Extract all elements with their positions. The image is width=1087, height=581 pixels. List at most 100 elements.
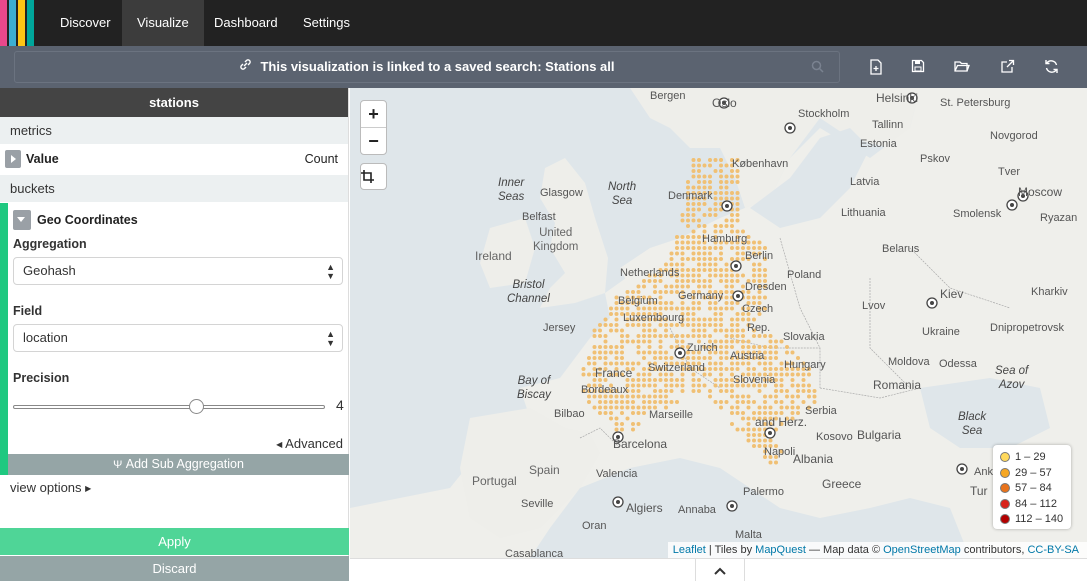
- geohash-marker: [631, 290, 635, 294]
- geohash-marker: [719, 345, 723, 349]
- expand-caret-icon[interactable]: [5, 150, 21, 168]
- license-link[interactable]: CC-BY-SA: [1027, 544, 1079, 556]
- geohash-marker: [741, 416, 745, 421]
- nav-settings[interactable]: Settings: [288, 0, 365, 46]
- geohash-marker: [702, 185, 707, 190]
- geohash-marker: [746, 367, 751, 371]
- new-document-icon[interactable]: [869, 59, 885, 75]
- saved-search-name[interactable]: Stations all: [545, 59, 614, 74]
- map-label: France: [595, 366, 633, 380]
- refresh-icon[interactable]: [1044, 59, 1060, 75]
- kibana-logo[interactable]: [0, 0, 46, 46]
- geohash-marker: [680, 273, 685, 278]
- geohash-marker: [719, 279, 723, 283]
- geohash-marker: [697, 169, 701, 173]
- advanced-toggle[interactable]: ◀ Advanced: [276, 436, 343, 451]
- geohash-marker: [664, 328, 668, 333]
- geohash-marker: [686, 306, 690, 311]
- geohash-marker: [741, 317, 745, 322]
- spy-panel-bar: [350, 558, 1087, 581]
- geohash-marker: [724, 378, 729, 382]
- geohash-marker: [620, 328, 624, 333]
- geohash-marker: [697, 323, 701, 327]
- geohash-marker: [642, 306, 646, 311]
- geohash-marker: [790, 383, 795, 388]
- geohash-marker: [735, 207, 740, 212]
- zoom-in-button[interactable]: +: [361, 101, 386, 128]
- nav-dashboard[interactable]: Dashboard: [199, 0, 293, 46]
- collapse-caret-icon[interactable]: [13, 210, 31, 230]
- geohash-marker: [697, 185, 701, 190]
- precision-slider-track[interactable]: [13, 405, 325, 409]
- geohash-marker: [724, 367, 729, 371]
- geohash-marker: [801, 378, 806, 382]
- map-label: Black Sea: [958, 411, 987, 437]
- geohash-marker: [730, 345, 734, 349]
- geohash-marker: [757, 361, 762, 366]
- nav-discover[interactable]: Discover: [45, 0, 126, 46]
- apply-button[interactable]: Apply: [0, 528, 349, 555]
- map-label: United Kingdom: [533, 227, 579, 253]
- open-folder-icon[interactable]: [954, 59, 970, 75]
- geohash-marker: [724, 284, 729, 289]
- geo-map[interactable]: Bergen Oslo Stockholm Helsinki St. Peter…: [350, 88, 1087, 558]
- crop-icon[interactable]: [360, 163, 387, 190]
- geohash-marker: [686, 185, 690, 190]
- zoom-out-button[interactable]: −: [361, 128, 386, 155]
- nav-visualize[interactable]: Visualize: [122, 0, 204, 46]
- geohash-marker: [664, 400, 668, 404]
- geohash-marker: [691, 334, 696, 338]
- geohash-marker: [713, 246, 718, 250]
- leaflet-link[interactable]: Leaflet: [673, 544, 706, 556]
- geohash-marker: [719, 405, 723, 410]
- metric-value-row[interactable]: Value Count: [0, 144, 348, 175]
- geohash-marker: [669, 262, 674, 267]
- geohash-marker: [658, 334, 663, 338]
- geohash-marker: [598, 334, 602, 338]
- discard-button[interactable]: Discard: [0, 556, 349, 581]
- map-label: Switzerland: [648, 362, 705, 374]
- geohash-marker: [664, 290, 668, 294]
- geohash-marker: [664, 301, 668, 305]
- map-label: Poland: [787, 269, 822, 281]
- mapquest-link[interactable]: MapQuest: [755, 544, 806, 556]
- field-select[interactable]: location ▲ ▼: [13, 324, 343, 352]
- share-icon[interactable]: [1000, 59, 1016, 75]
- add-sub-aggregation-button[interactable]: Ψ Add Sub Aggregation: [8, 454, 349, 475]
- map-label: Kosovo: [816, 431, 853, 443]
- geohash-marker: [653, 400, 657, 404]
- geohash-marker: [691, 383, 696, 388]
- geohash-marker: [592, 334, 597, 338]
- geohash-marker: [587, 361, 591, 366]
- map-label: Palermo: [743, 486, 784, 498]
- precision-slider-thumb[interactable]: [189, 399, 204, 414]
- geohash-marker: [653, 350, 657, 355]
- map-label: Barcelona: [613, 437, 668, 451]
- geohash-marker: [779, 372, 784, 377]
- geohash-marker: [598, 356, 602, 360]
- geohash-marker: [724, 218, 729, 223]
- search-input[interactable]: This visualization is linked to a saved …: [14, 51, 840, 83]
- attribution-text: | Tiles by: [708, 544, 753, 556]
- aggregation-select[interactable]: Geohash ▲ ▼: [13, 257, 343, 285]
- geohash-marker: [730, 422, 734, 426]
- geohash-marker: [691, 328, 696, 333]
- search-icon[interactable]: [811, 60, 825, 74]
- save-icon[interactable]: [911, 59, 927, 75]
- logo-stripe: [9, 0, 16, 46]
- geohash-marker: [702, 284, 707, 289]
- geohash-marker: [653, 356, 657, 360]
- geohash-marker: [625, 405, 630, 410]
- geohash-marker: [664, 394, 668, 399]
- geohash-marker: [735, 411, 740, 415]
- geohash-marker: [691, 158, 696, 162]
- geohash-marker: [757, 268, 762, 272]
- chevron-up-icon[interactable]: [695, 559, 745, 581]
- view-options-toggle[interactable]: view options ▶: [10, 480, 91, 495]
- osm-link[interactable]: OpenStreetMap: [883, 544, 961, 556]
- geohash-marker: [680, 334, 685, 338]
- geohash-marker: [669, 389, 674, 393]
- geohash-marker: [730, 257, 734, 261]
- geohash-marker: [741, 361, 745, 366]
- geohash-marker: [620, 339, 624, 344]
